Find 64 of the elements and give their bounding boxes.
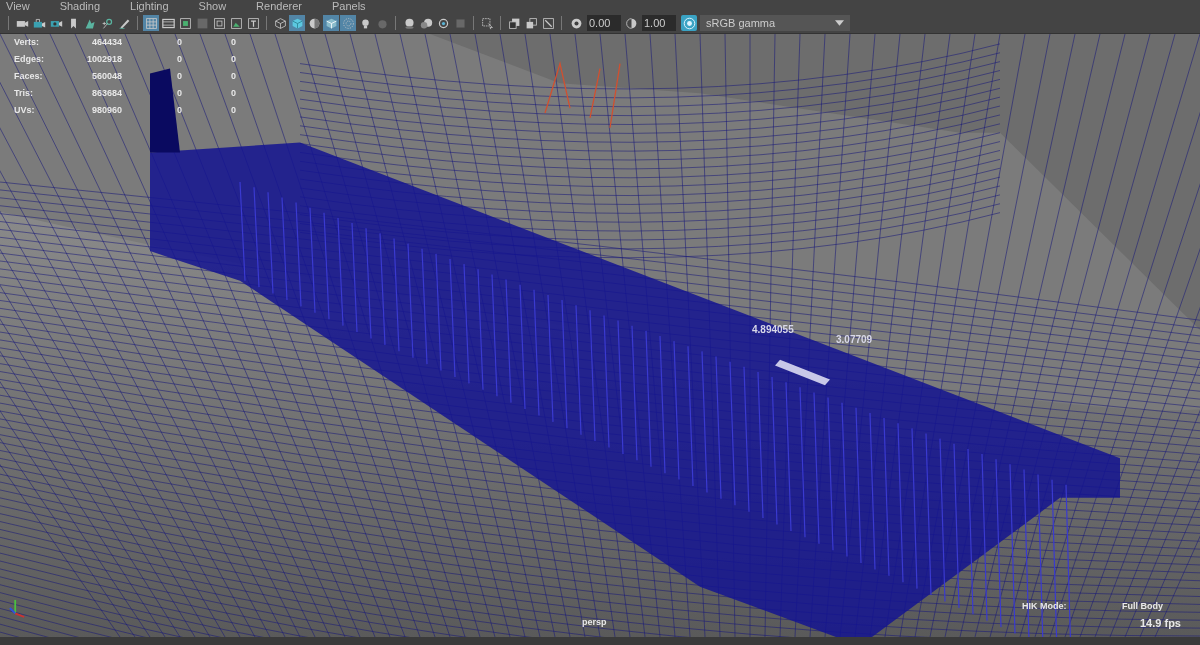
menu-item[interactable]: Lighting [130, 0, 169, 13]
distance-label: 4.894055 [752, 324, 794, 335]
color-management-button[interactable] [681, 15, 697, 31]
stat-value: 0 [176, 36, 182, 48]
frame-rate: 14.9 fps [1140, 617, 1181, 629]
wireframe-cube-icon [273, 16, 287, 30]
stat-value: 0 [230, 36, 236, 48]
isolate-select-icon [480, 16, 494, 30]
half-sphere-icon [307, 16, 321, 30]
layered-squares-icon [524, 16, 538, 30]
menu-item[interactable]: View [6, 0, 30, 13]
stat-label: Tris: [14, 87, 34, 99]
stat-value: 0 [230, 87, 236, 99]
shaded-cube-icon [290, 16, 304, 30]
stat-label: Verts: [14, 36, 40, 48]
target-icon [682, 16, 696, 30]
safe-title-icon [246, 16, 260, 30]
safe-action-icon [229, 16, 243, 30]
stat-value: 0 [230, 53, 236, 65]
stat-value: 0 [176, 53, 182, 65]
stat-value: 0 [230, 70, 236, 82]
dotted-sphere-button[interactable] [340, 15, 356, 31]
wireframe-shaded-icon [324, 16, 338, 30]
menu-item[interactable]: Panels [331, 0, 366, 13]
axis-gizmo-icon [8, 597, 26, 619]
diagonal-square-button[interactable] [540, 15, 556, 31]
gamma-field[interactable]: 1.00 [642, 15, 676, 31]
resolution-gate-button[interactable] [177, 15, 193, 31]
field-chart-icon [212, 16, 226, 30]
caret-icon [835, 20, 844, 26]
field-chart-button[interactable] [211, 15, 227, 31]
safe-title-button[interactable] [245, 15, 261, 31]
stat-value: 980960 [90, 104, 122, 116]
hik-mode-value: Full Body [1122, 601, 1163, 611]
locked-camera-icon [32, 16, 46, 30]
stat-value: 0 [176, 70, 182, 82]
grid-icon [144, 16, 158, 30]
isolate-select-button[interactable] [479, 15, 495, 31]
dotted-sphere-icon [341, 16, 355, 30]
menu-item[interactable]: Renderer [256, 0, 302, 13]
stat-value: 0 [176, 87, 182, 99]
overlapping-squares-icon [507, 16, 521, 30]
wireframe-shaded-button[interactable] [323, 15, 339, 31]
stat-label: Faces: [14, 70, 44, 82]
stat-value: 464434 [90, 36, 122, 48]
half-circle-icon [625, 16, 638, 30]
exposure-field[interactable]: 0.00 [587, 15, 621, 31]
stat-value: 1002918 [85, 53, 122, 65]
menu-item[interactable]: Show [198, 0, 227, 13]
menu-item[interactable]: Shading [59, 0, 101, 13]
stat-value: 560048 [90, 70, 122, 82]
stat-value: 0 [176, 104, 182, 116]
film-gate-icon [161, 16, 175, 30]
camera-name: persp [582, 617, 607, 627]
wireframe-cube-button[interactable] [272, 15, 288, 31]
view-transform-dropdown[interactable]: sRGB gamma [700, 15, 850, 31]
stat-label: Edges: [14, 53, 45, 65]
stat-value: 0 [230, 104, 236, 116]
stat-label: UVs: [14, 104, 36, 116]
diagonal-square-icon [541, 16, 555, 30]
safe-action-button[interactable] [228, 15, 244, 31]
resolution-gate-icon [178, 16, 192, 30]
stat-value: 863684 [90, 87, 122, 99]
distance-label: 3.07709 [836, 334, 873, 345]
